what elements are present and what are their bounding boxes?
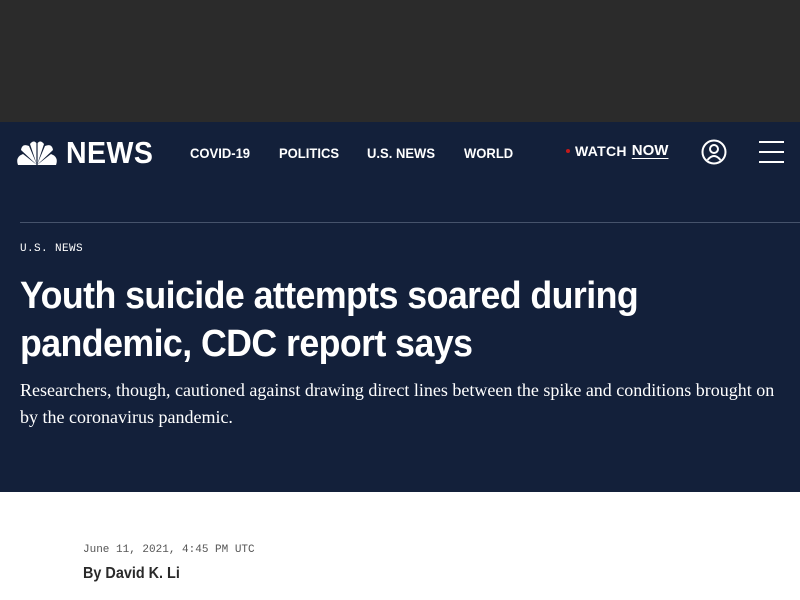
watch-label: WATCH [575,142,627,159]
nav-item-politics[interactable]: POLITICS [279,144,339,162]
logo-wordmark: NEWS [66,135,154,170]
nav-item-us-news[interactable]: U.S. NEWS [367,144,435,162]
hamburger-menu-icon [759,141,784,143]
section-label[interactable]: U.S. NEWS [20,243,83,255]
author-link[interactable]: David K. Li [105,565,179,582]
account-button[interactable] [701,139,727,165]
article-header: NEWS COVID-19 POLITICS U.S. NEWS WORLD W… [0,122,800,492]
ad-banner [0,0,800,122]
nbc-peacock-icon [17,141,57,165]
article-headline: Youth suicide attempts soared during pan… [20,275,639,365]
article-dek: Researchers, though, cautioned against d… [20,380,775,427]
article-byline: By David K. Li [83,565,180,583]
watch-now-label: NOW [631,142,669,159]
hamburger-menu-button[interactable] [759,140,784,164]
hamburger-menu-icon [759,151,784,153]
nbc-news-logo[interactable]: NEWS [16,136,161,170]
hamburger-menu-icon [759,161,784,163]
byline-prefix: By [83,565,102,582]
header-divider [20,222,800,223]
account-icon [701,139,727,165]
live-dot-icon [566,148,570,153]
nav-item-world[interactable]: WORLD [464,144,513,162]
article-timestamp: June 11, 2021, 4:45 PM UTC [83,544,255,556]
watch-now-button[interactable]: WATCH NOW [566,142,668,159]
nav-item-covid-19[interactable]: COVID-19 [190,144,250,162]
main-nav: COVID-19 POLITICS U.S. NEWS WORLD [190,144,541,162]
